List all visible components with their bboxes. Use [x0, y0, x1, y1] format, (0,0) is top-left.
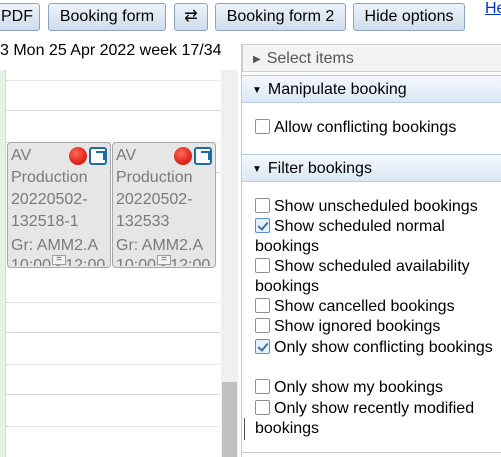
- booking-id: 20220502-: [11, 191, 88, 208]
- filter-checkbox[interactable]: [255, 379, 270, 394]
- filter-option[interactable]: Only show recently modified bookings: [255, 399, 495, 439]
- filter-checkbox[interactable]: [255, 218, 270, 233]
- allow-conflicting-checkbox[interactable]: [255, 119, 270, 134]
- booking-form-button[interactable]: Booking form: [48, 3, 166, 31]
- grid-line: [6, 332, 220, 333]
- filter-label: Show cancelled bookings: [274, 298, 455, 315]
- filter-label: Only show recently modified bookings: [255, 400, 475, 437]
- booking-id: 20220502-: [116, 191, 193, 208]
- open-external-icon[interactable]: [89, 147, 107, 165]
- grid-line: [6, 80, 220, 81]
- filter-bookings-label: Filter bookings: [267, 160, 372, 177]
- filter-option[interactable]: Only show my bookings: [255, 378, 495, 398]
- scrollbar-thumb[interactable]: [222, 382, 237, 457]
- filter-bookings-header[interactable]: ▼ Filter bookings: [242, 154, 501, 182]
- panel-divider: [242, 452, 501, 453]
- filter-option[interactable]: Show unscheduled bookings: [255, 197, 495, 217]
- triangle-down-icon: ▼: [252, 85, 262, 96]
- grid-line: [6, 426, 220, 427]
- filter-option[interactable]: Show cancelled bookings: [255, 297, 495, 317]
- swap-button[interactable]: ⇄: [174, 3, 208, 31]
- booking-id-2: 132518-1: [11, 213, 79, 230]
- select-items-label: Select items: [266, 50, 354, 67]
- open-external-icon[interactable]: [194, 147, 212, 165]
- options-panel: ▶ Select items ▼ Manipulate booking Allow …: [241, 44, 501, 457]
- triangle-right-icon: ▶: [253, 54, 261, 65]
- conflict-icon[interactable]: [174, 147, 192, 165]
- pdf-button[interactable]: PDF: [0, 3, 40, 31]
- booking-title-2: Production: [11, 169, 88, 186]
- text-cursor: [244, 418, 245, 440]
- select-items-header[interactable]: ▶ Select items: [242, 44, 501, 72]
- filter-label: Show unscheduled bookings: [274, 198, 478, 215]
- filter-checkbox[interactable]: [255, 400, 270, 415]
- resize-handle[interactable]: =: [52, 255, 66, 265]
- filter-checkbox[interactable]: [255, 339, 270, 354]
- hide-options-button[interactable]: Hide options: [353, 3, 465, 31]
- grid-line: [6, 364, 220, 365]
- booking-card[interactable]: AV Production 20220502- 132533 Gr: AMM2.…: [112, 142, 216, 268]
- allow-conflicting-option[interactable]: Allow conflicting bookings: [255, 118, 495, 138]
- manipulate-booking-header[interactable]: ▼ Manipulate booking: [242, 75, 501, 103]
- filter-option[interactable]: Show ignored bookings: [255, 317, 495, 337]
- filter-option[interactable]: Show scheduled normal bookings: [255, 217, 495, 257]
- manipulate-booking-label: Manipulate booking: [267, 81, 407, 98]
- filter-option[interactable]: Show scheduled availability bookings: [255, 257, 495, 297]
- help-link[interactable]: He: [485, 0, 501, 18]
- filter-label: Only show conflicting bookings: [274, 339, 493, 356]
- filter-checkbox[interactable]: [255, 318, 270, 333]
- grid-line: [6, 302, 220, 303]
- triangle-down-icon: ▼: [252, 164, 262, 175]
- booking-title-2: Production: [116, 169, 193, 186]
- booking-id-2: 132533: [116, 213, 170, 230]
- calendar-view: 3 Mon 25 Apr 2022 week 17/34 AV Producti…: [0, 36, 238, 457]
- filter-option[interactable]: Only show conflicting bookings: [255, 338, 495, 358]
- conflict-icon[interactable]: [69, 147, 87, 165]
- booking-card[interactable]: AV Production 20220502- 132518-1 Gr: AMM…: [7, 142, 111, 268]
- filter-label: Show scheduled normal bookings: [255, 218, 445, 255]
- calendar-scrollbar[interactable]: [221, 70, 238, 457]
- grid-line: [6, 110, 220, 111]
- grid-line: [6, 394, 220, 395]
- filter-checkbox[interactable]: [255, 198, 270, 213]
- filter-label: Show ignored bookings: [274, 318, 441, 335]
- allow-conflicting-label: Allow conflicting bookings: [274, 119, 457, 136]
- filter-label: Show scheduled availability bookings: [255, 258, 470, 295]
- resize-handle[interactable]: =: [157, 255, 171, 265]
- toolbar: PDF Booking form ⇄ Booking form 2 Hide o…: [0, 0, 501, 36]
- filter-checkbox[interactable]: [255, 298, 270, 313]
- filter-checkbox[interactable]: [255, 258, 270, 273]
- filter-label: Only show my bookings: [274, 379, 443, 396]
- calendar-date-header: 3 Mon 25 Apr 2022 week 17/34: [0, 42, 222, 59]
- booking-form-2-button[interactable]: Booking form 2: [215, 3, 346, 31]
